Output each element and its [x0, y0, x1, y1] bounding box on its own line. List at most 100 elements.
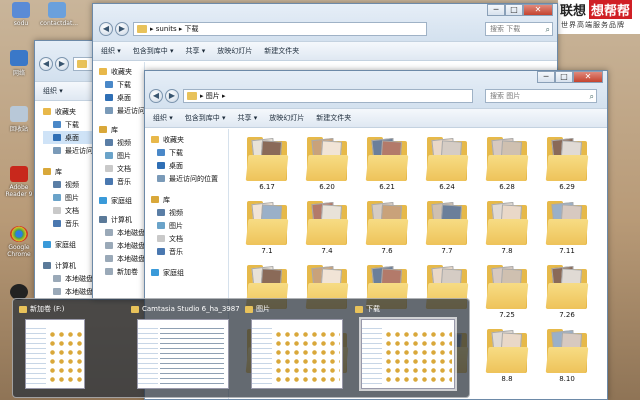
- desktop-icon-contactdat[interactable]: contactdat...: [40, 2, 78, 27]
- folder-item[interactable]: 7.7: [421, 197, 473, 259]
- nav-downloads[interactable]: 下载: [99, 78, 144, 91]
- nav-favorites[interactable]: 收藏夹: [99, 65, 144, 78]
- nav-library[interactable]: 库: [99, 123, 144, 136]
- nav-music[interactable]: 音乐: [99, 175, 144, 188]
- back-button[interactable]: ◀: [99, 22, 113, 36]
- brand-banner: 联想 想帮帮 世界高端服务品牌: [558, 0, 640, 34]
- search-input[interactable]: 搜索 图片 ⌕: [485, 89, 597, 103]
- drive-icon: [53, 288, 61, 295]
- desktop-icon-chrome[interactable]: Google Chrome: [2, 226, 36, 258]
- breadcrumb: ▸ 图片 ▸: [200, 92, 226, 100]
- folder-label: 6.28: [499, 183, 515, 191]
- nav-library[interactable]: 库: [151, 193, 228, 206]
- desktop-icon-network[interactable]: 网络: [2, 50, 36, 77]
- window-controls: ─ □ ✕: [487, 4, 553, 16]
- nav-music[interactable]: 音乐: [151, 245, 228, 258]
- folder-item[interactable]: 7.4: [301, 197, 353, 259]
- nav-disk[interactable]: 本地磁盘: [99, 239, 145, 252]
- homegroup-icon: [99, 197, 107, 204]
- maximize-button[interactable]: □: [505, 4, 523, 16]
- nav-homegroup[interactable]: 家庭组: [151, 266, 228, 279]
- forward-button[interactable]: ▶: [165, 89, 179, 103]
- desktop-icon-recycle-bin[interactable]: 回收站: [2, 106, 36, 133]
- desktop-icon: [105, 94, 113, 101]
- breadcrumb: ▸ sunits ▸ 下载: [150, 25, 199, 33]
- star-icon: [43, 108, 51, 115]
- desktop-icon-sodu[interactable]: sodu: [4, 2, 38, 27]
- thumbnail-downloads[interactable]: 下载: [355, 303, 463, 393]
- folder-icon: [355, 305, 363, 313]
- share-menu[interactable]: 共享 ▾: [186, 46, 206, 56]
- window-frame: ─ □ ✕ ◀ ▶ ▸ sunits ▸ 下载 搜索 下载 ⌕: [93, 4, 557, 44]
- nav-favorites[interactable]: 收藏夹: [151, 133, 228, 146]
- folder-icon: [305, 219, 349, 245]
- folder-label: 7.6: [381, 247, 393, 255]
- forward-button[interactable]: ▶: [115, 22, 129, 36]
- nav-video[interactable]: 视频: [151, 206, 228, 219]
- organize-menu[interactable]: 组织 ▾: [153, 113, 173, 123]
- thumbnail-pictures[interactable]: 图片: [245, 303, 349, 393]
- folder-item[interactable]: 6.21: [361, 133, 413, 195]
- folder-item[interactable]: 7.26: [541, 261, 593, 323]
- folder-item[interactable]: 6.20: [301, 133, 353, 195]
- folder-item[interactable]: 7.25: [481, 261, 533, 323]
- forward-button[interactable]: ▶: [55, 57, 69, 71]
- new-folder-button[interactable]: 新建文件夹: [264, 46, 299, 56]
- folder-item[interactable]: 6.28: [481, 133, 533, 195]
- nav-docs[interactable]: 文档: [99, 162, 144, 175]
- close-button[interactable]: ✕: [523, 4, 553, 16]
- nav-pictures[interactable]: 图片: [151, 219, 228, 232]
- nav-docs[interactable]: 文档: [151, 232, 228, 245]
- minimize-button[interactable]: ─: [487, 4, 505, 16]
- include-in-library-menu[interactable]: 包含到库中 ▾: [133, 46, 174, 56]
- close-button[interactable]: ✕: [573, 71, 603, 83]
- nav-downloads[interactable]: 下载: [151, 146, 228, 159]
- desktop-icon-adobe-reader[interactable]: Adobe Reader 9: [2, 166, 36, 198]
- nav-video[interactable]: 视频: [99, 136, 144, 149]
- folder-label: 6.29: [559, 183, 575, 191]
- maximize-button[interactable]: □: [555, 71, 573, 83]
- share-menu[interactable]: 共享 ▾: [238, 113, 258, 123]
- folder-item[interactable]: 6.24: [421, 133, 473, 195]
- thumbnail-camtasia[interactable]: Camtasia Studio 6_ha_3987.c...: [131, 303, 239, 393]
- address-bar[interactable]: ▸ sunits ▸ 下载: [133, 22, 427, 36]
- recycle-bin-icon: [10, 106, 28, 122]
- back-button[interactable]: ◀: [39, 57, 53, 71]
- desktop-icon-label: Adobe Reader 9: [5, 184, 33, 198]
- nav-disk[interactable]: 本地磁盘: [99, 252, 145, 265]
- slideshow-button[interactable]: 放映幻灯片: [217, 46, 252, 56]
- folder-item[interactable]: 7.1: [241, 197, 293, 259]
- nav-computer[interactable]: 计算机: [99, 213, 144, 226]
- organize-menu[interactable]: 组织 ▾: [101, 46, 121, 56]
- folder-icon: [365, 219, 409, 245]
- nav-desktop[interactable]: 桌面: [99, 91, 144, 104]
- slideshow-button[interactable]: 放映幻灯片: [269, 113, 304, 123]
- folder-icon: [305, 155, 349, 181]
- search-input[interactable]: 搜索 下载 ⌕: [485, 22, 553, 36]
- folder-item[interactable]: 6.29: [541, 133, 593, 195]
- back-button[interactable]: ◀: [149, 89, 163, 103]
- thumbnail-new-volume[interactable]: 新加卷 (F:): [19, 303, 123, 393]
- nav-recent[interactable]: 最近访问的位置: [151, 172, 228, 185]
- nav-recent[interactable]: 最近访问的位置: [99, 104, 166, 117]
- new-folder-button[interactable]: 新建文件夹: [316, 113, 351, 123]
- brand-text-highlight: 想帮帮: [589, 0, 633, 19]
- folder-label: 6.21: [379, 183, 395, 191]
- folder-item[interactable]: 7.6: [361, 197, 413, 259]
- organize-menu[interactable]: 组织 ▾: [43, 86, 63, 96]
- include-in-library-menu[interactable]: 包含到库中 ▾: [185, 113, 226, 123]
- nav-disk[interactable]: 本地磁盘: [99, 226, 145, 239]
- nav-homegroup[interactable]: 家庭组: [99, 194, 144, 207]
- nav-pictures[interactable]: 图片: [99, 149, 144, 162]
- folder-item[interactable]: 8.8: [481, 325, 533, 387]
- minimize-button[interactable]: ─: [537, 71, 555, 83]
- folder-item[interactable]: 7.11: [541, 197, 593, 259]
- folder-item[interactable]: 8.10: [541, 325, 593, 387]
- address-bar[interactable]: ▸ 图片 ▸: [183, 89, 473, 103]
- folder-icon: [365, 155, 409, 181]
- navigation-pane: 收藏夹 下载 桌面 最近访问的位置 库 视频 图片 文档 音乐 家庭组 计算机 …: [93, 62, 166, 299]
- nav-new-volume[interactable]: 新加卷: [99, 265, 144, 278]
- nav-desktop[interactable]: 桌面: [151, 159, 228, 172]
- folder-item[interactable]: 7.8: [481, 197, 533, 259]
- folder-item[interactable]: 6.17: [241, 133, 293, 195]
